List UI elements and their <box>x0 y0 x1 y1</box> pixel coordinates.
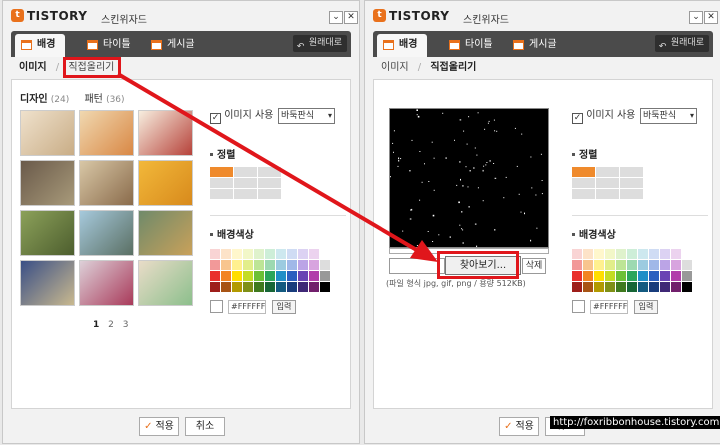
annotation-arrow <box>116 72 438 262</box>
watermark: http://foxribbonhouse.tistory.com <box>550 416 720 429</box>
arrow-line <box>116 72 422 254</box>
arrow-head-icon <box>410 240 438 262</box>
